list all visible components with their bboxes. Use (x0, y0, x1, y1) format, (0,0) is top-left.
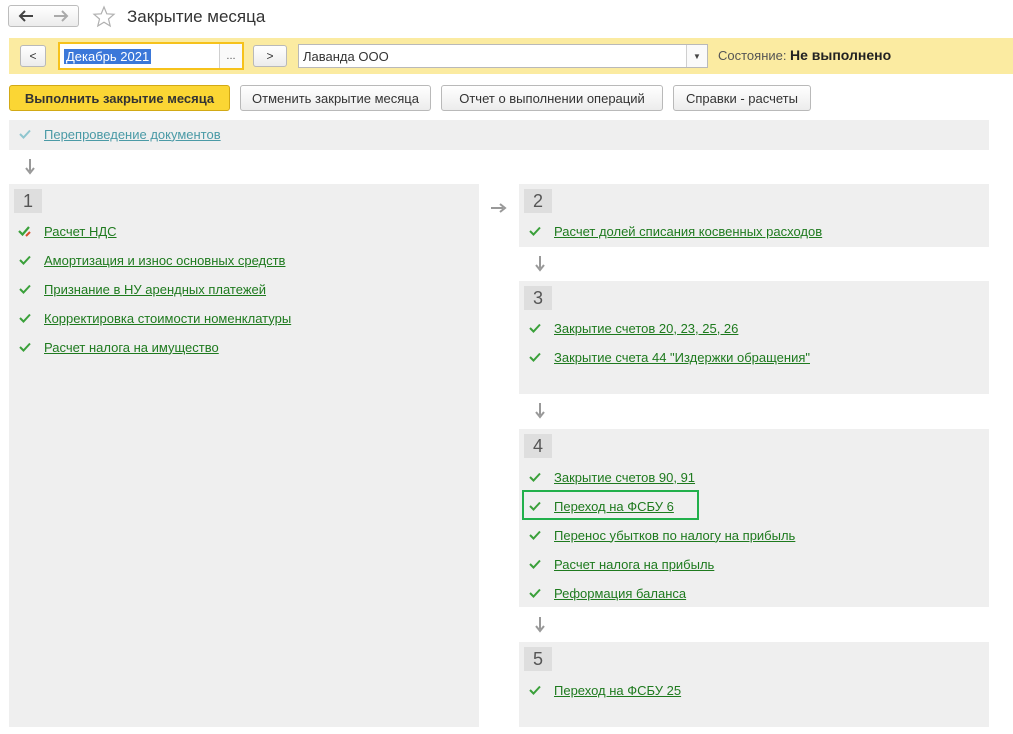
stage-number: 3 (524, 286, 552, 310)
fsbu-25-transition-link[interactable]: Переход на ФСБУ 25 (554, 683, 681, 698)
references-calculations-button[interactable]: Справки - расчеты (673, 85, 811, 111)
execute-month-close-button[interactable]: Выполнить закрытие месяца (9, 85, 230, 111)
list-item: Реформация баланса (528, 583, 686, 603)
reposting-documents-link[interactable]: Перепроведение документов (44, 127, 221, 142)
cost-adjustment-link[interactable]: Корректировка стоимости номенклатуры (44, 311, 291, 326)
check-icon (529, 685, 541, 695)
arrow-down-icon (535, 617, 545, 633)
arrow-down-icon (535, 403, 545, 419)
close-accounts-20-26-link[interactable]: Закрытие счетов 20, 23, 25, 26 (554, 321, 738, 336)
stage-number: 2 (524, 189, 552, 213)
highlight-frame (522, 490, 699, 520)
list-item: Признание в НУ арендных платежей (18, 279, 266, 299)
check-icon (529, 588, 541, 598)
indirect-costs-link[interactable]: Расчет долей списания косвенных расходов (554, 224, 822, 239)
star-icon[interactable] (92, 5, 116, 29)
list-item: Перепроведение документов (18, 124, 221, 144)
forward-button[interactable] (43, 5, 79, 27)
chevron-down-icon: ▼ (693, 51, 701, 61)
check-edited-icon (18, 226, 31, 237)
list-item: Расчет НДС (18, 221, 117, 241)
property-tax-link[interactable]: Расчет налога на имущество (44, 340, 219, 355)
depreciation-link[interactable]: Амортизация и износ основных средств (44, 253, 285, 268)
organization-value: Лаванда ООО (303, 48, 389, 64)
check-icon (529, 559, 541, 569)
list-item: Расчет долей списания косвенных расходов (528, 221, 822, 241)
close-account-44-link[interactable]: Закрытие счета 44 "Издержки обращения" (554, 350, 810, 365)
list-item: Закрытие счетов 90, 91 (528, 467, 695, 487)
organization-field[interactable]: Лаванда ООО ▼ (298, 44, 708, 68)
check-icon (19, 284, 31, 294)
check-icon (529, 352, 541, 362)
profit-tax-link[interactable]: Расчет налога на прибыль (554, 557, 714, 572)
balance-reformation-link[interactable]: Реформация баланса (554, 586, 686, 601)
list-item: Расчет налога на имущество (18, 337, 219, 357)
vat-calculation-link[interactable]: Расчет НДС (44, 224, 117, 239)
period-field[interactable]: Декабрь 2021 ... (58, 42, 244, 70)
list-item: Перенос убытков по налогу на прибыль (528, 525, 795, 545)
lease-payments-link[interactable]: Признание в НУ арендных платежей (44, 282, 266, 297)
page-title: Закрытие месяца (127, 7, 266, 26)
check-icon (19, 129, 31, 139)
check-icon (19, 342, 31, 352)
list-item: Расчет налога на прибыль (528, 554, 714, 574)
period-toolbar: < Декабрь 2021 ... > Лаванда ООО ▼ Состо… (9, 38, 1013, 74)
stage-number: 1 (14, 189, 42, 213)
arrow-down-icon (535, 256, 545, 272)
period-select-button[interactable]: ... (219, 44, 242, 68)
list-item: Амортизация и износ основных средств (18, 250, 285, 270)
previous-period-button[interactable]: < (20, 45, 46, 67)
cancel-month-close-button[interactable]: Отменить закрытие месяца (240, 85, 431, 111)
check-icon (529, 226, 541, 236)
period-value: Декабрь 2021 (64, 48, 152, 64)
arrow-right-icon (491, 203, 507, 213)
state-value: Не выполнено (790, 47, 892, 63)
back-button[interactable] (8, 5, 44, 27)
check-icon (529, 472, 541, 482)
stage-number: 5 (524, 647, 552, 671)
arrow-down-icon (25, 159, 35, 175)
list-item: Корректировка стоимости номенклатуры (18, 308, 291, 328)
forward-arrow-icon (53, 10, 68, 22)
state-label: Состояние: (718, 48, 787, 63)
loss-carryforward-link[interactable]: Перенос убытков по налогу на прибыль (554, 528, 795, 543)
next-period-button[interactable]: > (253, 45, 287, 67)
close-accounts-90-91-link[interactable]: Закрытие счетов 90, 91 (554, 470, 695, 485)
check-icon (529, 323, 541, 333)
list-item: Переход на ФСБУ 25 (528, 680, 681, 700)
check-icon (529, 530, 541, 540)
back-arrow-icon (18, 10, 33, 22)
check-icon (19, 313, 31, 323)
organization-dropdown-button[interactable]: ▼ (686, 45, 707, 67)
operations-report-button[interactable]: Отчет о выполнении операций (441, 85, 663, 111)
stage-number: 4 (524, 434, 552, 458)
list-item: Закрытие счетов 20, 23, 25, 26 (528, 318, 738, 338)
check-icon (19, 255, 31, 265)
list-item: Закрытие счета 44 "Издержки обращения" (528, 347, 810, 367)
